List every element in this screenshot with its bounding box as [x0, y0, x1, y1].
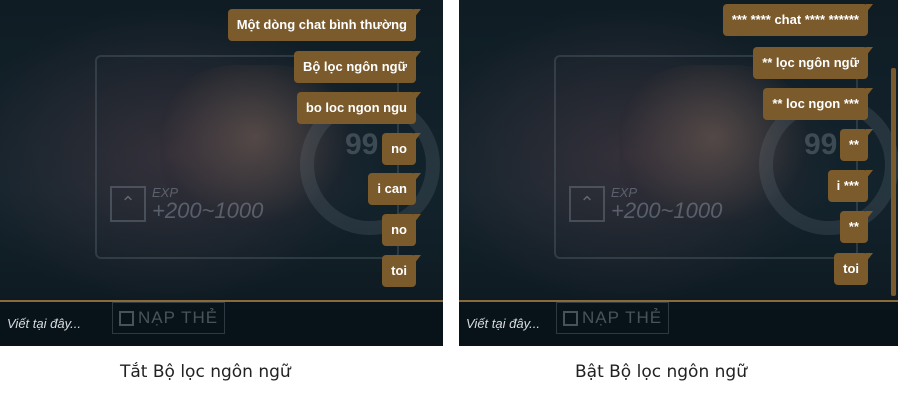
- chat-input-placeholder: Viết tại đây...: [7, 316, 81, 331]
- chevron-up-icon: ⌃: [110, 185, 146, 222]
- background-exp: ⌃ EXP +200~1000: [569, 185, 722, 222]
- chat-scrollbar[interactable]: [891, 68, 896, 296]
- background-exp: ⌃ EXP +200~1000: [110, 185, 263, 222]
- chat-bubble: Bộ lọc ngôn ngữ: [293, 51, 422, 83]
- caption-filter-off: Tắt Bộ lọc ngôn ngữ: [120, 362, 291, 382]
- chat-panel-filter-off: 99 ⌃ EXP +200~1000 Một dòng chat bình th…: [0, 0, 443, 346]
- chat-bubble: **: [839, 211, 874, 243]
- chat-bubble: **: [839, 129, 874, 161]
- background-level: 99: [804, 128, 838, 161]
- chat-bubble: no: [382, 214, 421, 246]
- chat-bubble: bo loc ngon ngu: [296, 92, 422, 124]
- chat-bubble: Một dòng chat bình thường: [227, 9, 422, 41]
- chat-bubble: ** loc ngon ***: [763, 88, 873, 120]
- chat-bubble: toi: [834, 253, 873, 285]
- chat-bubble: ** lọc ngôn ngữ: [753, 47, 873, 79]
- background-level: 99: [345, 128, 379, 161]
- chat-input-placeholder: Viết tại đây...: [466, 316, 540, 331]
- chevron-up-icon: ⌃: [569, 185, 605, 222]
- square-icon: [119, 310, 134, 326]
- topup-label: NẠP THẺ: [138, 308, 219, 327]
- exp-value: +200~1000: [611, 198, 723, 223]
- chat-panel-filter-on: 99 ⌃ EXP +200~1000 *** **** chat **** **…: [459, 0, 898, 346]
- caption-filter-on: Bật Bộ lọc ngôn ngữ: [575, 362, 747, 382]
- chat-bubble: no: [382, 133, 421, 165]
- chat-bubble: i can: [368, 173, 421, 205]
- chat-bubble: toi: [382, 255, 421, 287]
- background-topup-button: NẠP THẺ: [556, 302, 670, 334]
- chat-bubble: i ***: [827, 170, 874, 202]
- square-icon: [563, 310, 578, 326]
- background-topup-button: NẠP THẺ: [112, 302, 226, 334]
- topup-label: NẠP THẺ: [582, 308, 663, 327]
- exp-value: +200~1000: [152, 198, 264, 223]
- chat-bubble: *** **** chat **** ******: [722, 4, 874, 36]
